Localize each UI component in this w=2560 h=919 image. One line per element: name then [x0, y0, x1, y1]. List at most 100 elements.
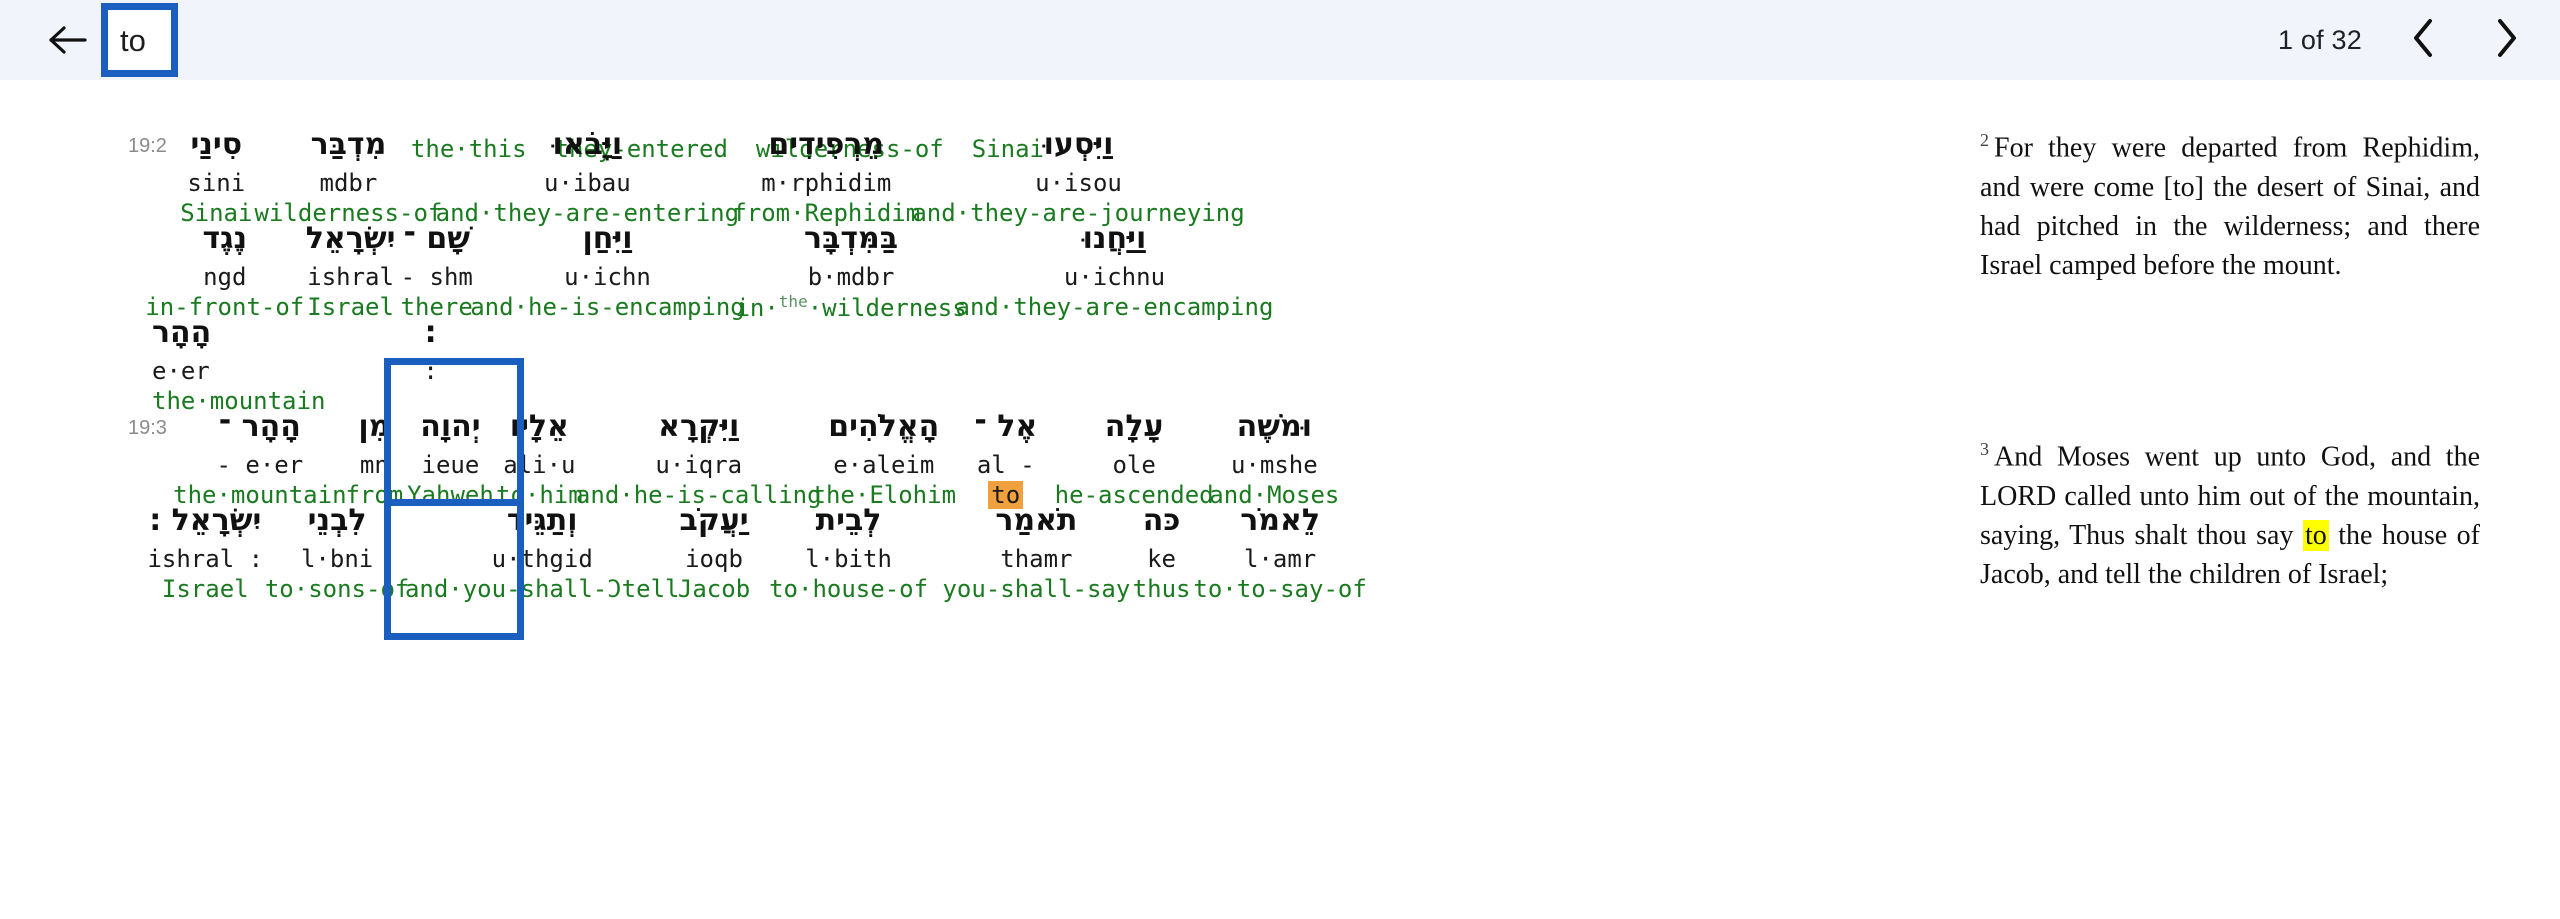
interlinear-word[interactable]: יַעֲקֹב ioqb Jacob — [675, 502, 754, 604]
search-query-chip[interactable]: to — [101, 3, 178, 77]
hebrew-word: יְהוָה — [420, 409, 481, 444]
interlinear-word[interactable]: הָאֱלֹהִים e·aleim the·Elohim — [812, 408, 957, 510]
transliteration: ieue — [421, 451, 480, 479]
interlinear-word[interactable]: לִבְנֵי l·bni to·sons-of — [265, 502, 410, 604]
transliteration: u·iqra — [655, 451, 743, 479]
interlinear-word[interactable]: וְתַגֵּיד u·thgid and·you-shall-Ɔtell — [405, 502, 680, 604]
interlinear-word[interactable]: יְהוָה ieue Yahweh — [406, 408, 495, 510]
hebrew-word: אֵלָיו — [509, 409, 569, 444]
hebrew-word: וּמֹשֶׁה — [1236, 409, 1312, 444]
hebrew-word: אֶל ־ — [974, 409, 1038, 444]
english-gloss: to·house-of — [769, 575, 929, 603]
interlinear-word[interactable]: וַיַּחֲנוּ u·ichnu and·they-are-encampin… — [956, 220, 1274, 322]
interlinear-word[interactable]: נֶגֶד ngd in-front-of — [145, 220, 304, 322]
transliteration: mdbr — [319, 169, 378, 197]
transliteration: ishral — [307, 263, 394, 291]
hebrew-word: יַעֲקֹב — [679, 503, 749, 538]
interlinear-word[interactable]: מֵרְפִידִים m·rphidim from·Rephidim — [732, 126, 920, 228]
interlinear-word[interactable]: אֵלָיו ali·u to·him — [495, 408, 584, 510]
transliteration: u·isou — [1035, 169, 1122, 197]
english-gloss: and·they-are-encamping — [955, 293, 1274, 321]
transliteration: ngd — [203, 263, 247, 291]
interlinear-word[interactable]: מִדְבַּר mdbr wilderness-of — [255, 126, 443, 228]
transliteration: u·ichnu — [1063, 263, 1166, 291]
hebrew-word: עָלָה — [1104, 409, 1164, 444]
hebrew-word: הָאֱלֹהִים — [828, 409, 940, 444]
interlinear-row: וַיַּחֲנוּ u·ichnu and·they-are-encampin… — [145, 220, 1274, 322]
next-result-button[interactable] — [2484, 17, 2530, 63]
app-header: to 1 of 32 — [0, 0, 2560, 80]
gloss-superscript-the: the — [778, 292, 808, 311]
interlinear-word[interactable]: עָלָה ole he-ascended — [1055, 408, 1214, 510]
interlinear-word[interactable]: שָׁם ־ - shm there — [398, 220, 476, 322]
interlinear-word[interactable]: בַּמִּדְבָּר b·mdbr in·the·wilderness — [735, 220, 966, 322]
gloss-part: in· — [735, 294, 779, 322]
english-gloss: Israel — [161, 575, 249, 603]
hebrew-word: יִשְׂרָאֵל — [305, 221, 396, 256]
english-gloss: to·to-say-of — [1193, 575, 1367, 603]
transliteration: al - — [976, 451, 1035, 479]
interlinear-row: 19:2 וַיִּסְעוּ u·isou and·they-are-jour… — [118, 126, 1245, 228]
interlinear-word[interactable]: הָהָר ־ - e·er the·mountain — [173, 408, 346, 510]
result-pager: 1 of 32 — [2278, 0, 2530, 80]
interlinear-word[interactable]: וַיִּחַן u·ichn and·he-is-encamping — [470, 220, 745, 322]
transliteration: ishral : — [147, 545, 264, 573]
transliteration: l·bith — [805, 545, 892, 573]
hebrew-word: נֶגֶד — [202, 221, 248, 256]
interlinear-word[interactable]: יִשְׂרָאֵל ishral Israel — [304, 220, 398, 322]
hebrew-word: וַיִּסְעוּ — [1043, 127, 1114, 162]
interlinear-word[interactable]: מִן mn from — [343, 408, 406, 510]
interlinear-row: לֵאמֹר l·amr to·to-say-of כּה ke thus תֹ… — [146, 502, 1366, 604]
hebrew-word: וַיָּבֹאוּ — [552, 127, 623, 162]
hebrew-word: בַּמִּדְבָּר — [804, 221, 899, 256]
document-page: Sinai wilderness-of they-entered the·thi… — [18, 80, 2542, 919]
gloss-part-2: ·wilderness — [807, 294, 967, 322]
interlinear-word[interactable]: וּמֹשֶׁה u·mshe and·Moses — [1209, 408, 1339, 510]
hebrew-word: כּה — [1142, 503, 1181, 538]
english-translation-panel: 2 For they were departed from Rephidim, a… — [1980, 80, 2480, 919]
transliteration: u·ibau — [543, 169, 631, 197]
transliteration: m·rphidim — [761, 169, 892, 197]
hebrew-word: וַיִּקְרָא — [658, 409, 740, 444]
search-match-highlight: to — [2302, 519, 2329, 551]
transliteration: e·aleim — [833, 451, 935, 479]
transliteration: l·amr — [1243, 545, 1317, 573]
interlinear-word[interactable]: יִשְׂרָאֵל : ishral : Israel — [146, 502, 265, 604]
search-query-text: to — [120, 22, 146, 58]
transliteration: thamr — [1000, 545, 1073, 573]
interlinear-word[interactable]: לֵאמֹר l·amr to·to-say-of — [1193, 502, 1367, 604]
interlinear-word[interactable]: וַיִּקְרָא u·iqra and·he-is-calling — [576, 408, 822, 510]
interlinear-word[interactable]: כּה ke thus — [1129, 502, 1194, 604]
interlinear-word[interactable]: תֹאמַר thamr you-shall-say — [942, 502, 1130, 604]
transliteration: u·ichn — [564, 263, 651, 291]
interlinear-word[interactable]: סִינַי sini Sinai — [177, 126, 256, 228]
previous-result-button[interactable] — [2400, 17, 2446, 63]
transliteration: ali·u — [503, 451, 576, 479]
verse-terminator: : : — [417, 314, 443, 386]
chevron-left-icon — [2410, 18, 2436, 63]
transliteration-sof-pasuq: : — [423, 357, 438, 385]
interlinear-word[interactable]: וַיָּבֹאוּ u·ibau and·they-are-entering — [436, 126, 739, 228]
english-verse-number: 3 — [1980, 439, 1989, 460]
hebrew-word: מִן — [358, 409, 391, 444]
hebrew-word: הָהָר — [152, 315, 212, 350]
interlinear-word[interactable]: הָהָר e·er the·mountain — [146, 314, 331, 416]
english-gloss: to·sons-of — [264, 575, 410, 603]
hebrew-word: תֹאמַר — [995, 503, 1078, 538]
english-gloss: and·you-shall-Ɔtell — [404, 575, 680, 603]
back-button[interactable] — [44, 20, 92, 60]
interlinear-word[interactable]: וַיִּסְעוּ u·isou and·they-are-journeyin… — [912, 126, 1244, 228]
hebrew-sof-pasuq: : — [424, 315, 437, 350]
transliteration: u·thgid — [491, 545, 593, 573]
transliteration: ole — [1112, 451, 1156, 479]
hebrew-word: וְתַגֵּיד — [506, 503, 578, 538]
verse-number: 19:3 — [127, 417, 167, 439]
transliteration: ke — [1147, 545, 1177, 573]
hebrew-word: מִדְבַּר — [310, 127, 387, 162]
interlinear-word-match[interactable]: אֶל ־ al - to — [954, 408, 1058, 510]
transliteration: - shm — [400, 263, 473, 291]
english-gloss: Jacob — [677, 575, 751, 603]
verse-number-holder: 19:2 — [118, 126, 177, 158]
interlinear-word[interactable]: לְבֵית l·bith to·house-of — [753, 502, 944, 604]
transliteration: l·bni — [300, 545, 374, 573]
